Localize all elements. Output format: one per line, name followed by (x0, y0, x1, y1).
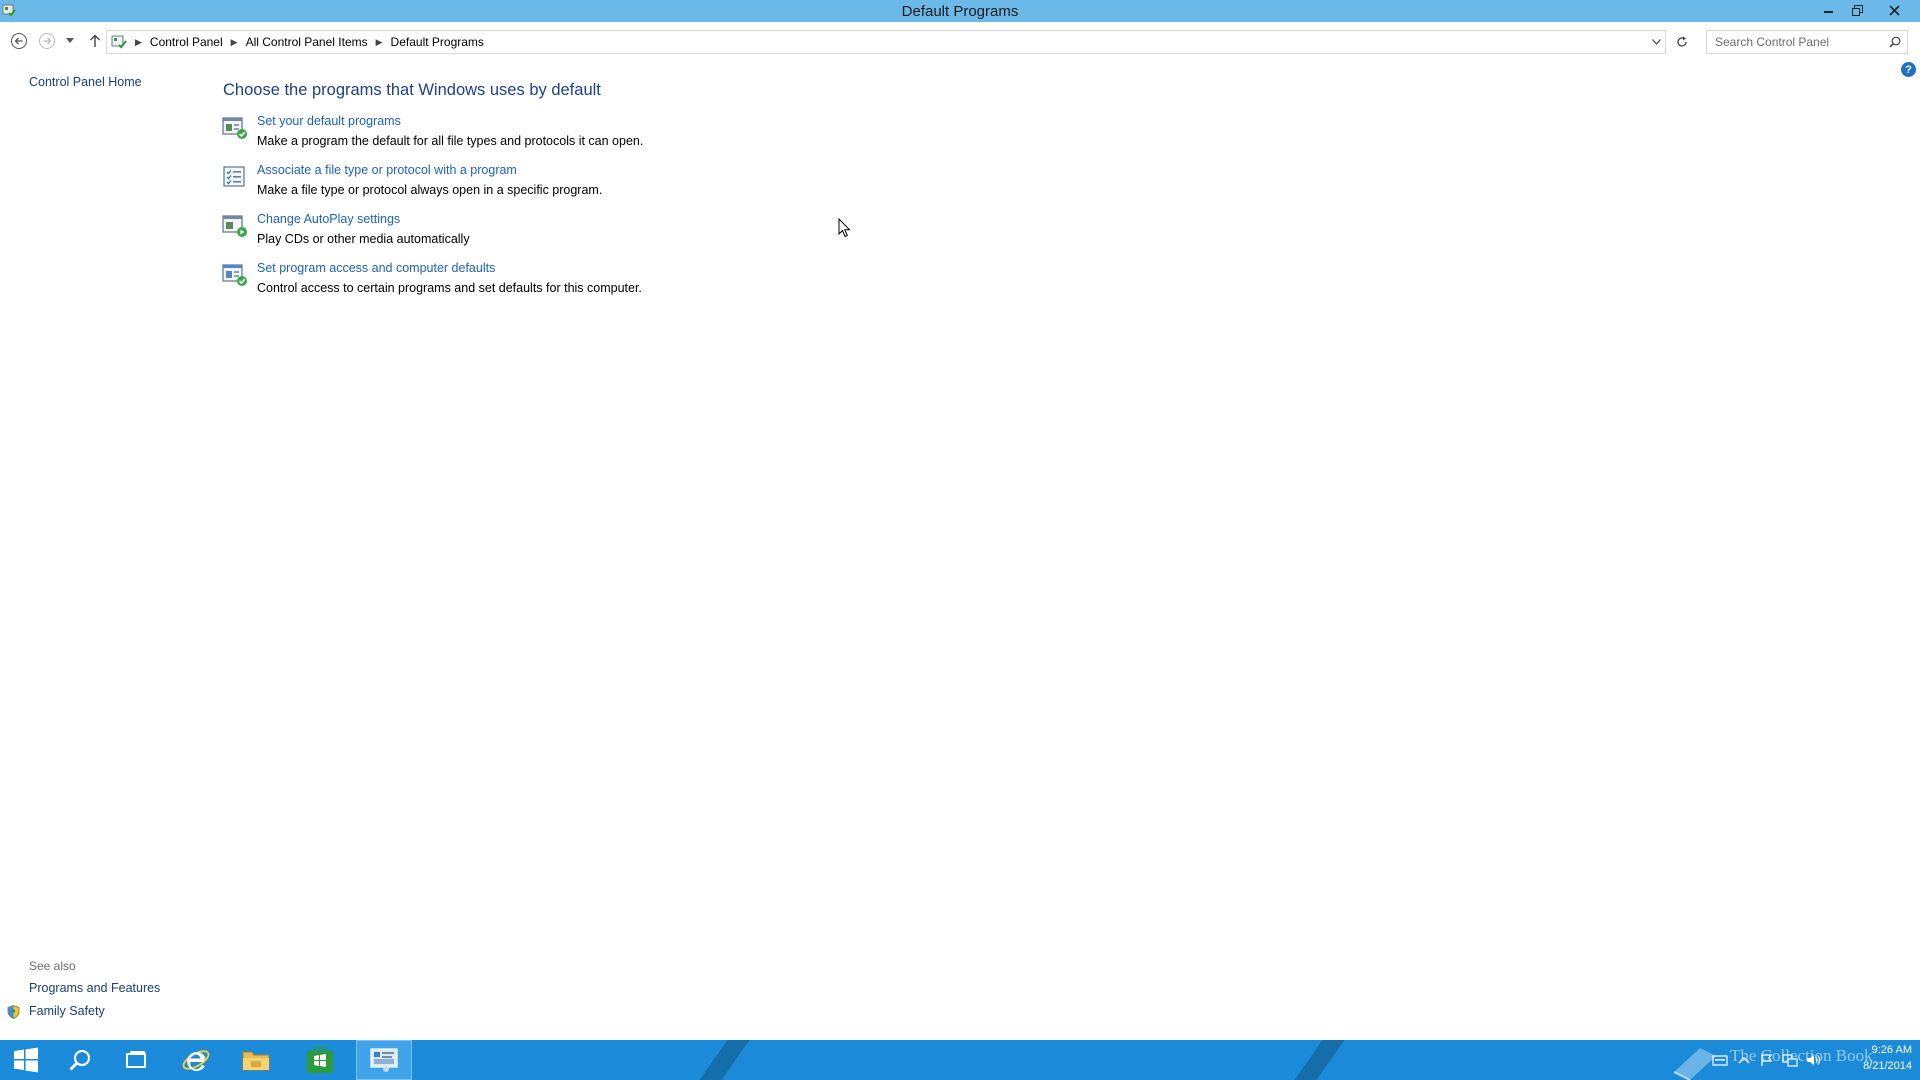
restore-button[interactable] (1843, 0, 1871, 20)
system-tray (1712, 1040, 1822, 1080)
autoplay-icon (222, 215, 247, 237)
set-program-access-link[interactable]: Set program access and computer defaults (257, 261, 495, 275)
restore-icon (1851, 4, 1863, 16)
breadcrumb-default-programs[interactable]: Default Programs (391, 35, 484, 49)
chevron-down-icon (66, 38, 74, 43)
file-explorer-taskbar-button[interactable] (230, 1040, 282, 1080)
help-button[interactable]: ? (1901, 62, 1916, 77)
control-panel-app-icon[interactable] (2, 3, 16, 17)
task-description: Make a file type or protocol always open… (257, 183, 603, 197)
address-bar[interactable]: ▶ Control Panel ▶ All Control Panel Item… (106, 30, 1666, 54)
control-panel-taskbar-button[interactable] (356, 1040, 412, 1080)
refresh-icon (1677, 36, 1687, 47)
keyboard-icon[interactable] (1712, 1053, 1728, 1067)
task-view-icon (126, 1051, 146, 1068)
clock-date: 8/21/2014 (1863, 1060, 1912, 1072)
back-arrow-icon (11, 33, 27, 49)
help-icon: ? (1905, 63, 1912, 76)
change-autoplay-settings-link[interactable]: Change AutoPlay settings (257, 212, 400, 226)
see-also-label: See also (29, 959, 76, 973)
chevron-down-icon (1652, 39, 1661, 45)
task-description: Make a program the default for all file … (257, 134, 644, 148)
task-description: Control access to certain programs and s… (257, 281, 642, 295)
task-description: Play CDs or other media automatically (257, 232, 470, 246)
title-bar: Default Programs (0, 0, 1920, 22)
breadcrumb-separator[interactable]: ▶ (135, 37, 142, 48)
store-taskbar-button[interactable] (294, 1040, 346, 1080)
breadcrumb-control-panel[interactable]: Control Panel (150, 35, 223, 49)
close-icon (1889, 4, 1900, 16)
forward-arrow-icon (39, 33, 55, 49)
task-view-button[interactable] (110, 1040, 162, 1080)
task-associate-file-type: Associate a file type or protocol with a… (222, 163, 922, 203)
internet-explorer-taskbar-button[interactable] (170, 1040, 222, 1080)
family-safety-shield-icon (7, 1005, 20, 1019)
show-hidden-icons-icon[interactable] (1738, 1055, 1750, 1065)
volume-icon[interactable] (1806, 1053, 1822, 1067)
taskbar-decoration (1280, 1040, 1352, 1080)
start-button[interactable] (0, 1040, 52, 1080)
address-history-dropdown[interactable] (1647, 31, 1665, 53)
navigation-bar: ▶ Control Panel ▶ All Control Panel Item… (0, 22, 1920, 60)
search-icon (69, 1049, 91, 1071)
network-icon[interactable] (1782, 1053, 1798, 1067)
store-icon (307, 1047, 333, 1073)
task-autoplay-settings: Change AutoPlay settings Play CDs or oth… (222, 212, 922, 252)
refresh-button[interactable] (1670, 30, 1694, 54)
breadcrumb-separator[interactable]: ▶ (376, 37, 383, 48)
back-button[interactable] (8, 30, 30, 52)
minimize-button[interactable] (1815, 0, 1843, 20)
breadcrumb-all-items[interactable]: All Control Panel Items (246, 35, 368, 49)
programs-and-features-link[interactable]: Programs and Features (29, 981, 160, 995)
taskbar-decoration (685, 1040, 757, 1080)
breadcrumb-separator[interactable]: ▶ (231, 37, 238, 48)
control-panel-icon (370, 1048, 398, 1072)
taskbar: The Collection Book 9:26 AM 8/21/2014 (0, 1040, 1920, 1080)
search-input[interactable] (1715, 35, 1875, 49)
control-panel-icon (111, 35, 127, 49)
recent-locations-button[interactable] (62, 30, 78, 52)
page-heading: Choose the programs that Windows uses by… (223, 81, 601, 99)
task-set-default-programs: Set your default programs Make a program… (222, 114, 922, 154)
start-icon (14, 1047, 38, 1073)
search-box[interactable] (1706, 30, 1908, 54)
up-arrow-icon (90, 34, 100, 47)
action-center-flag-icon[interactable] (1760, 1053, 1774, 1067)
close-button[interactable] (1869, 0, 1920, 20)
set-default-programs-link[interactable]: Set your default programs (257, 114, 401, 128)
control-panel-home-link[interactable]: Control Panel Home (29, 75, 142, 89)
program-access-icon (222, 264, 247, 286)
up-button[interactable] (84, 30, 106, 52)
family-safety-link[interactable]: Family Safety (29, 1004, 105, 1018)
associate-file-type-link[interactable]: Associate a file type or protocol with a… (257, 163, 517, 177)
window-title: Default Programs (901, 2, 1019, 20)
default-programs-icon (222, 117, 247, 139)
clock-time: 9:26 AM (1871, 1044, 1912, 1056)
internet-explorer-icon (182, 1050, 210, 1071)
taskbar-search-button[interactable] (54, 1040, 106, 1080)
file-explorer-icon (242, 1051, 270, 1071)
taskbar-clock[interactable]: 9:26 AM 8/21/2014 (1832, 1042, 1912, 1074)
mouse-cursor-icon (838, 218, 851, 238)
file-association-icon (223, 166, 245, 187)
forward-button[interactable] (36, 30, 58, 52)
task-program-access: Set program access and computer defaults… (222, 261, 922, 301)
minimize-icon (1824, 11, 1833, 13)
search-icon[interactable] (1889, 36, 1901, 48)
